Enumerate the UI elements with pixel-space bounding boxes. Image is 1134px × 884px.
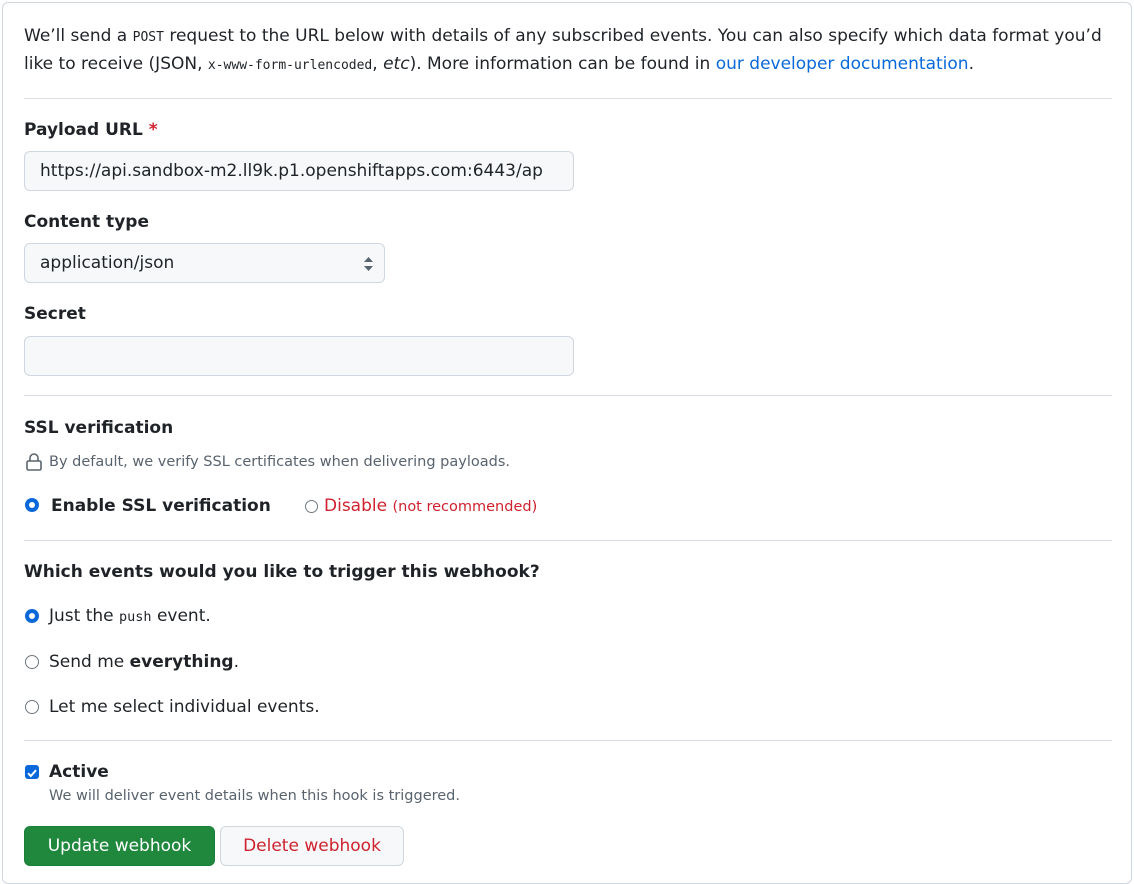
everything-label[interactable]: Send me everything. xyxy=(49,652,239,672)
everything-radio[interactable] xyxy=(25,655,39,669)
individual-events-radio[interactable] xyxy=(25,700,39,714)
intro-text-part: , xyxy=(372,54,384,74)
payload-url-value: https://api.sandbox-m2.ll9k.p1.openshift… xyxy=(40,161,543,181)
secret-label: Secret xyxy=(24,304,86,324)
active-checkbox[interactable] xyxy=(25,765,39,779)
push-code: push xyxy=(119,609,152,625)
delete-webhook-button[interactable]: Delete webhook xyxy=(220,826,404,866)
push-event-radio[interactable] xyxy=(25,609,39,623)
content-type-select[interactable]: application/json xyxy=(24,243,385,283)
option-text: event. xyxy=(151,606,211,626)
etc-text: etc xyxy=(383,54,410,74)
content-type-label: Content type xyxy=(24,212,149,232)
everything-bold: everything xyxy=(129,652,234,672)
intro-text-part: ). More information can be found in xyxy=(409,54,716,74)
enable-ssl-radio[interactable] xyxy=(25,498,39,512)
ssl-note: By default, we verify SSL certificates w… xyxy=(49,454,510,470)
option-text: . xyxy=(233,652,239,672)
payload-url-input[interactable]: https://api.sandbox-m2.ll9k.p1.openshift… xyxy=(24,151,574,191)
post-code: POST xyxy=(132,30,164,45)
events-question: Which events would you like to trigger t… xyxy=(24,562,540,582)
not-recommended-hint: (not recommended) xyxy=(392,499,538,515)
divider xyxy=(24,395,1112,396)
disable-ssl-radio[interactable] xyxy=(305,500,318,513)
lock-icon xyxy=(26,453,42,471)
required-mark: * xyxy=(148,120,158,140)
intro-text-part: We’ll send a xyxy=(24,26,133,46)
divider xyxy=(24,740,1112,741)
disable-ssl-text: Disable xyxy=(324,496,388,516)
intro-text: We’ll send a POST request to the URL bel… xyxy=(24,23,1112,79)
payload-url-label: Payload URL * xyxy=(24,120,158,140)
payload-url-label-text: Payload URL xyxy=(24,120,143,140)
urlencoded-code: x-www-form-urlencoded xyxy=(207,58,373,73)
individual-events-label[interactable]: Let me select individual events. xyxy=(49,697,320,717)
secret-input[interactable] xyxy=(24,336,574,376)
developer-docs-link[interactable]: our developer documentation xyxy=(716,54,969,74)
ssl-verification-label: SSL verification xyxy=(24,418,174,438)
enable-ssl-label[interactable]: Enable SSL verification xyxy=(51,496,271,516)
option-text: Send me xyxy=(49,652,130,672)
content-type-selected: application/json xyxy=(40,253,175,273)
update-webhook-button[interactable]: Update webhook xyxy=(24,826,215,866)
active-note: We will deliver event details when this … xyxy=(49,788,460,804)
checkmark-icon xyxy=(27,769,37,778)
divider xyxy=(24,540,1112,541)
disable-ssl-label[interactable]: Disable (not recommended) xyxy=(324,496,537,516)
divider xyxy=(24,98,1112,99)
active-label[interactable]: Active xyxy=(49,762,109,782)
intro-text-part: . xyxy=(968,54,974,74)
select-arrows-icon xyxy=(364,257,373,271)
webhook-form-panel: We’ll send a POST request to the URL bel… xyxy=(2,2,1132,884)
option-text: Just the xyxy=(49,606,120,626)
push-event-label[interactable]: Just the push event. xyxy=(49,606,211,626)
